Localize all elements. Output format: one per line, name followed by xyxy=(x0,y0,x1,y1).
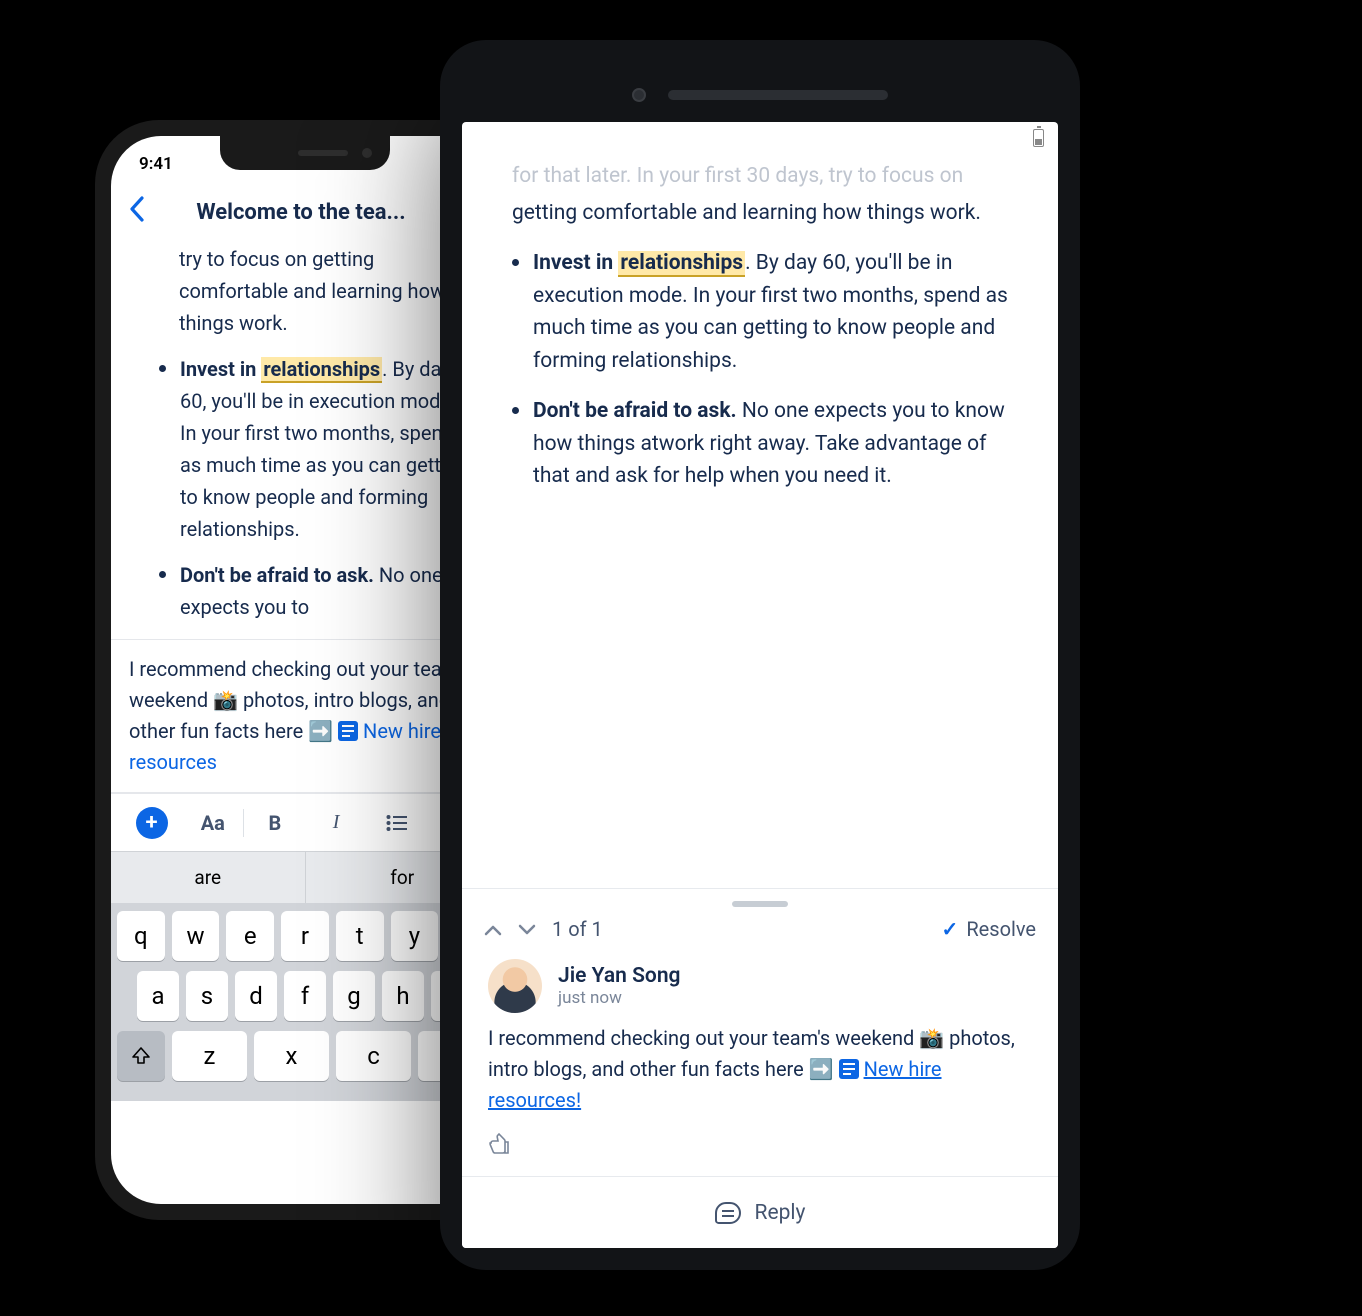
pager-count: 1 of 1 xyxy=(552,917,603,941)
android-screen: for that later. In your first 30 days, t… xyxy=(462,122,1058,1248)
speaker-slot xyxy=(668,90,888,100)
chevron-up-icon xyxy=(484,924,502,936)
key-r[interactable]: r xyxy=(281,911,329,961)
bullet-dot-icon xyxy=(159,571,166,578)
next-comment-button[interactable] xyxy=(518,917,536,941)
chevron-down-icon xyxy=(518,924,536,936)
page-link-icon xyxy=(338,721,358,741)
document-body[interactable]: for that later. In your first 30 days, t… xyxy=(462,154,1058,513)
key-x[interactable]: x xyxy=(254,1031,329,1081)
resolve-label: Resolve xyxy=(966,917,1036,941)
bullet-text: Invest in relationships. By day 60, you'… xyxy=(533,247,1022,377)
doc-paragraph: try to focus on getting comfortable and … xyxy=(179,243,475,339)
key-g[interactable]: g xyxy=(333,971,375,1021)
comment-text: I recommend checking out your team's wee… xyxy=(488,1023,1032,1116)
check-icon: ✓ xyxy=(942,917,959,941)
comment-panel-toolbar: 1 of 1 ✓ Resolve xyxy=(462,911,1058,955)
key-a[interactable]: a xyxy=(137,971,179,1021)
page-title: Welcome to the tea... xyxy=(155,200,447,225)
android-device-frame: for that later. In your first 30 days, t… xyxy=(440,40,1080,1270)
bullet-item: Don't be afraid to ask. No one expects y… xyxy=(512,395,1022,493)
insert-button[interactable]: + xyxy=(121,807,182,839)
key-s[interactable]: s xyxy=(186,971,228,1021)
arrow-emoji: ➡️ xyxy=(308,719,333,743)
bullet-heading: Don't be afraid to ask. xyxy=(180,563,374,587)
key-d[interactable]: d xyxy=(235,971,277,1021)
text-style-button[interactable]: Aa xyxy=(182,811,243,835)
comment-text-pre: I recommend checking out your team's wee… xyxy=(488,1026,919,1050)
key-c[interactable]: c xyxy=(336,1031,411,1081)
like-button[interactable] xyxy=(488,1132,512,1162)
shift-icon xyxy=(130,1045,152,1067)
comment-body: Jie Yan Song just now I recommend checki… xyxy=(462,955,1058,1176)
front-camera xyxy=(362,148,372,158)
arrow-emoji: ➡️ xyxy=(809,1057,834,1081)
bullet-heading: Invest in xyxy=(180,357,256,381)
key-t[interactable]: t xyxy=(336,911,384,961)
clock-time: 9:41 xyxy=(139,154,173,174)
plus-circle-icon: + xyxy=(136,807,168,839)
bullet-dot-icon xyxy=(512,407,519,414)
avatar[interactable] xyxy=(488,959,542,1013)
doc-paragraph-clipped: for that later. In your first 30 days, t… xyxy=(512,160,1022,193)
doc-paragraph: getting comfortable and learning how thi… xyxy=(512,197,1022,230)
bullet-item: Invest in relationships. By day 60, you'… xyxy=(512,247,1022,377)
bullet-text: Don't be afraid to ask. No one expects y… xyxy=(533,395,1022,493)
android-status-bar xyxy=(462,122,1058,154)
drag-handle[interactable] xyxy=(732,901,788,907)
comment-timestamp: just now xyxy=(558,988,681,1008)
keyboard-row: a s d f g h j xyxy=(117,971,493,1021)
iphone-notch xyxy=(220,136,390,170)
highlighted-word[interactable]: relationships xyxy=(261,357,382,383)
battery-icon xyxy=(1033,129,1044,147)
reply-label: Reply xyxy=(755,1201,806,1225)
key-z[interactable]: z xyxy=(172,1031,247,1081)
bullet-list-icon xyxy=(386,814,408,832)
comment-pager: 1 of 1 xyxy=(484,917,603,941)
comment-header: Jie Yan Song just now xyxy=(488,959,1032,1013)
resolve-button[interactable]: ✓ Resolve xyxy=(942,917,1036,941)
bold-button[interactable]: B xyxy=(244,811,305,835)
bullet-body: . By day 60, you'll be in execution mode… xyxy=(180,357,468,541)
camera-emoji: 📸 xyxy=(919,1026,944,1050)
comment-panel: 1 of 1 ✓ Resolve Jie Yan Song just now xyxy=(462,888,1058,1248)
highlighted-word[interactable]: relationships xyxy=(618,251,745,277)
front-camera xyxy=(632,88,646,102)
thumbs-up-icon xyxy=(488,1132,512,1156)
bullet-dot-icon xyxy=(159,365,166,372)
keyboard-row: q w e r t y u xyxy=(117,911,493,961)
prev-comment-button[interactable] xyxy=(484,917,502,941)
page-link-icon xyxy=(839,1059,859,1079)
commenter-name: Jie Yan Song xyxy=(558,964,681,988)
bullet-item: Invest in relationships. By day 60, you'… xyxy=(159,353,475,545)
chevron-left-icon xyxy=(129,196,145,222)
bullet-dot-icon xyxy=(512,259,519,266)
speaker-slot xyxy=(298,150,348,156)
italic-button[interactable]: I xyxy=(306,811,367,834)
bullet-item: Don't be afraid to ask. No one expects y… xyxy=(159,559,475,623)
bullet-list-button[interactable] xyxy=(367,814,428,832)
back-button[interactable] xyxy=(129,196,145,229)
suggestion[interactable]: are xyxy=(111,852,306,903)
shift-key[interactable] xyxy=(117,1031,165,1081)
keyboard-row: z x c v xyxy=(117,1031,493,1081)
key-e[interactable]: e xyxy=(226,911,274,961)
bullet-text: Invest in relationships. By day 60, you'… xyxy=(180,353,475,545)
bullet-text: Don't be afraid to ask. No one expects y… xyxy=(180,559,475,623)
android-top-bezel xyxy=(462,62,1058,122)
bullet-list: Invest in relationships. By day 60, you'… xyxy=(512,247,1022,493)
key-f[interactable]: f xyxy=(284,971,326,1021)
camera-emoji: 📸 xyxy=(213,688,238,712)
key-h[interactable]: h xyxy=(382,971,424,1021)
key-w[interactable]: w xyxy=(172,911,220,961)
reply-button[interactable]: Reply xyxy=(462,1176,1058,1248)
bullet-heading: Don't be afraid to ask. xyxy=(533,399,737,423)
key-q[interactable]: q xyxy=(117,911,165,961)
bullet-heading: Invest in xyxy=(533,251,613,275)
key-y[interactable]: y xyxy=(391,911,439,961)
reply-icon xyxy=(715,1202,741,1224)
